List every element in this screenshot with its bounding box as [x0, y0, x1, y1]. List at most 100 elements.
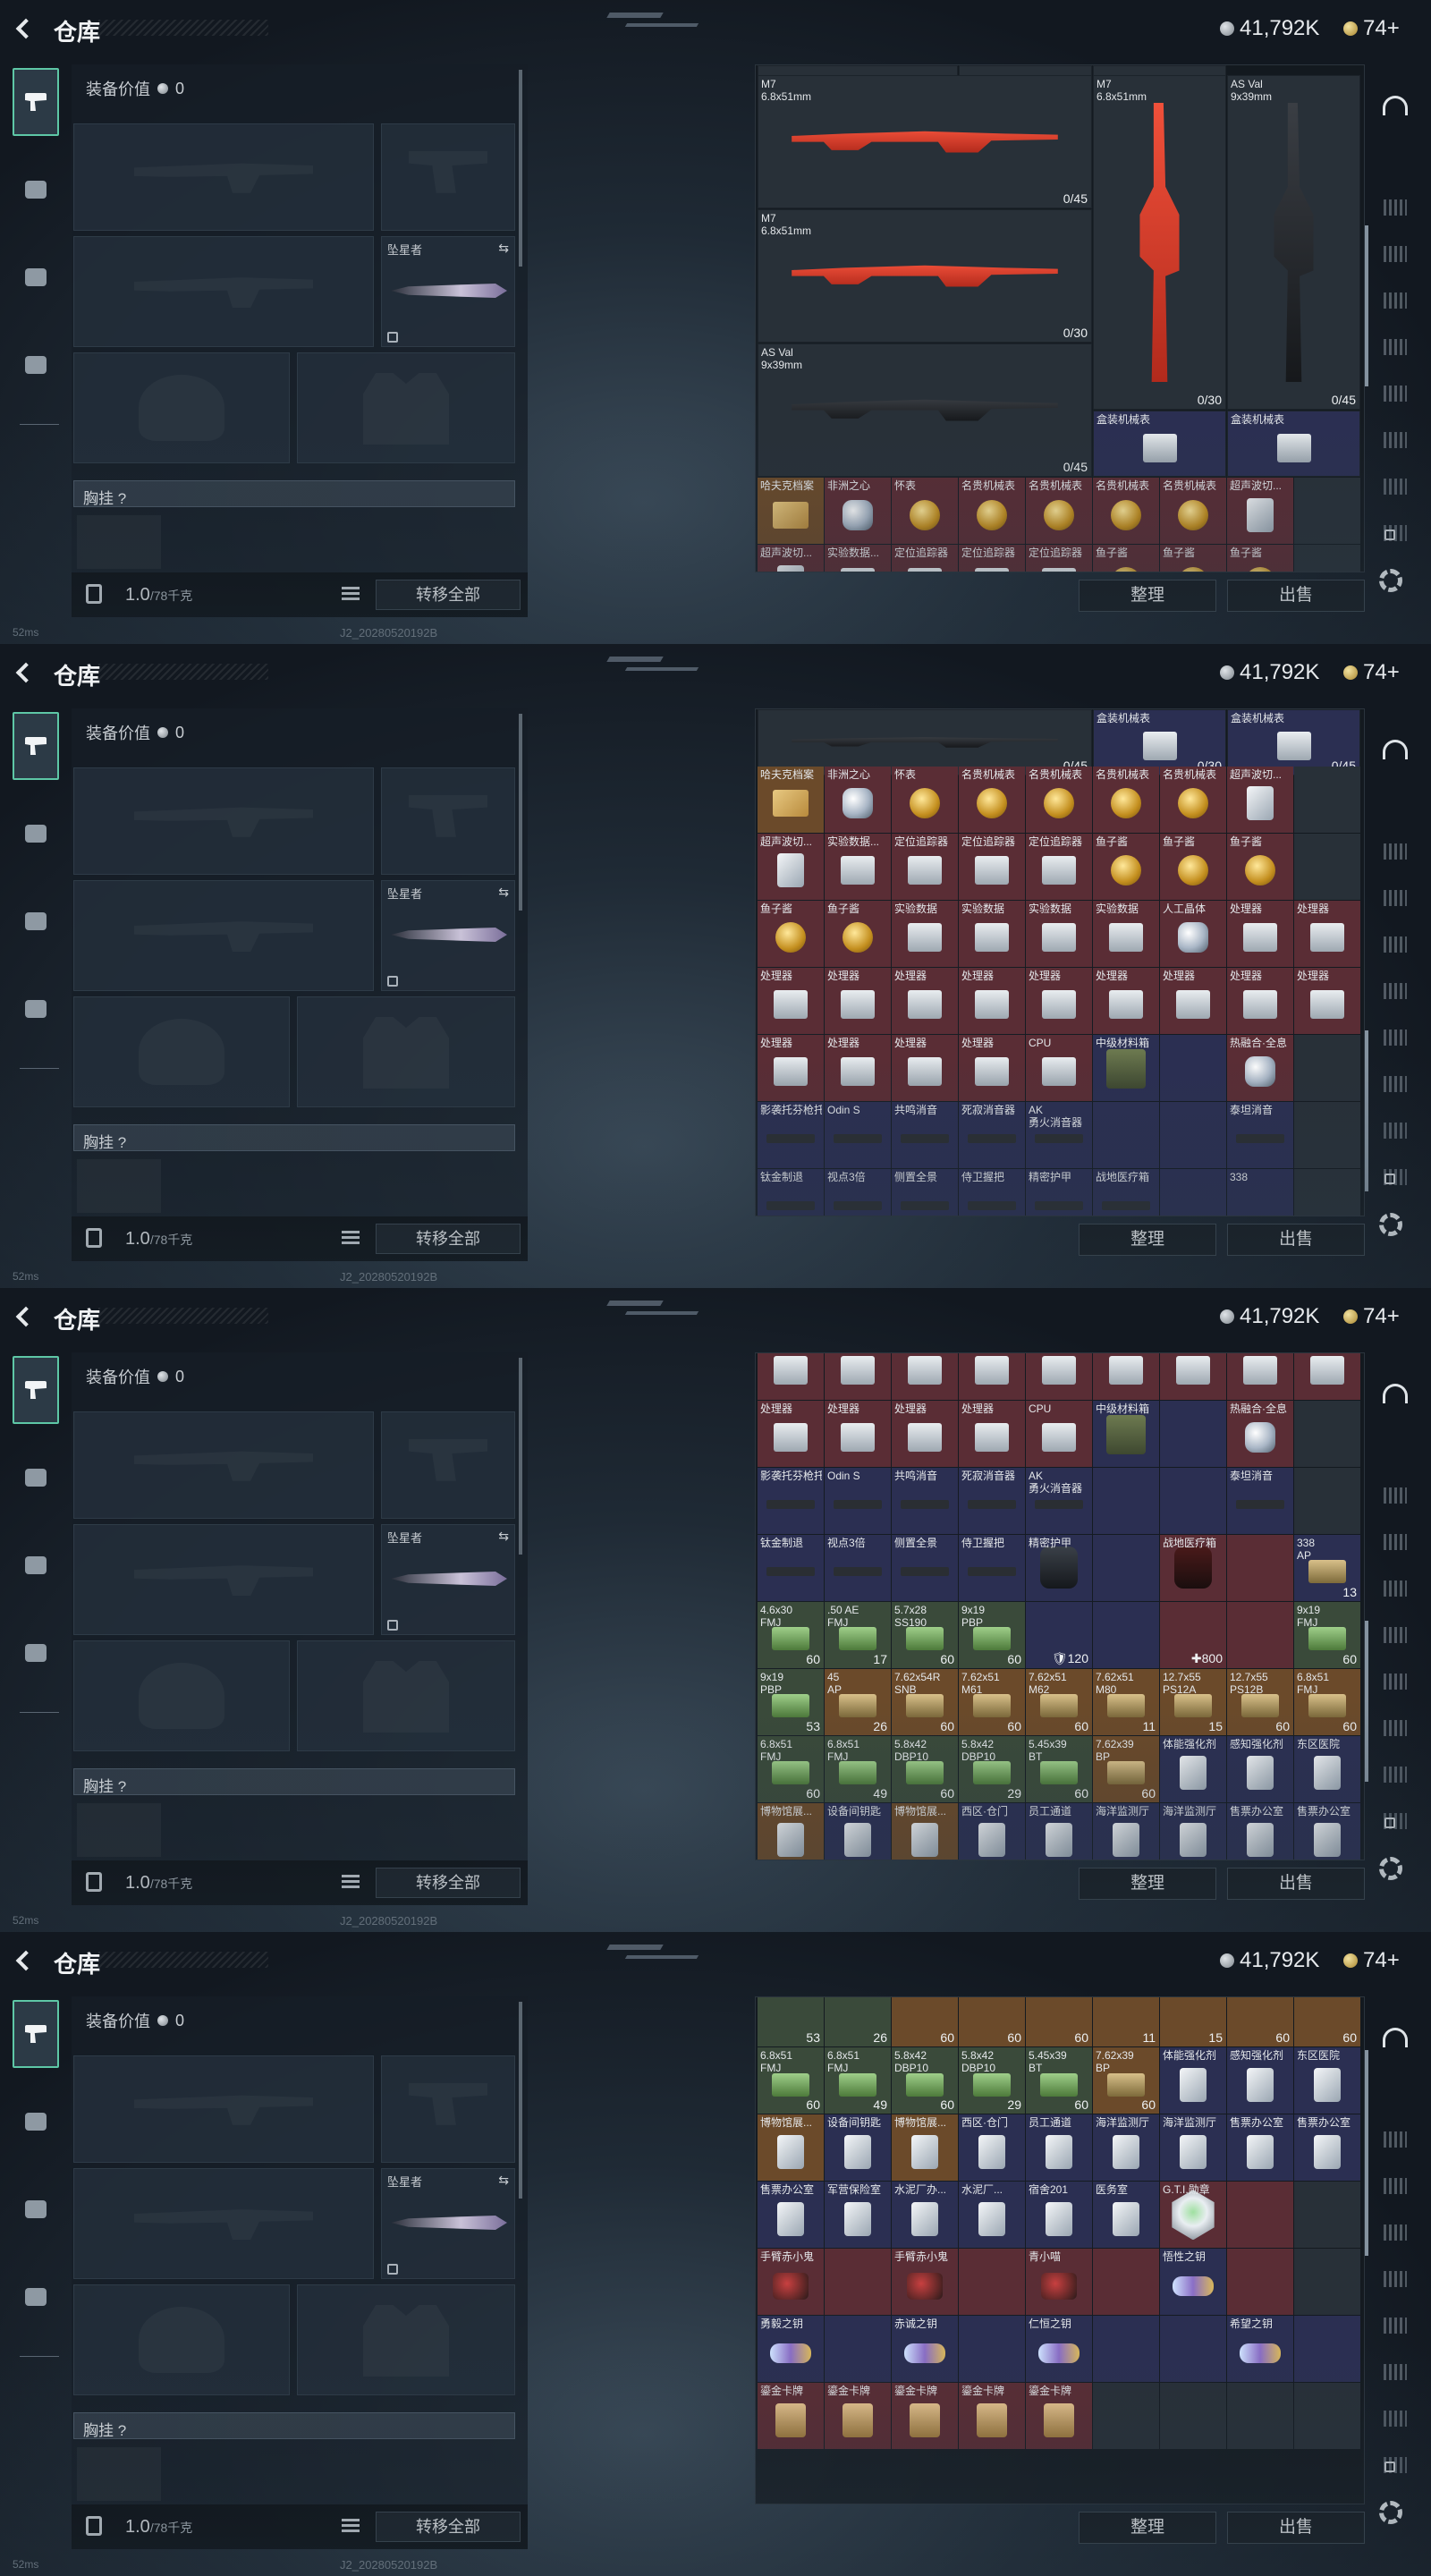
- chest-rig-grid[interactable]: [77, 515, 161, 569]
- stash-cell[interactable]: 水泥厂...: [959, 2182, 1025, 2249]
- silver-currency[interactable]: 41,792K: [1220, 1304, 1319, 1329]
- settings-gear-icon[interactable]: [1379, 2501, 1402, 2524]
- stash-cell[interactable]: 鱼子酱: [1160, 545, 1226, 572]
- stash-cell[interactable]: 338 AP 13: [1294, 1534, 1360, 1601]
- stash-cell[interactable]: 非洲之心: [825, 478, 891, 545]
- sell-button[interactable]: 出售: [1227, 2512, 1365, 2544]
- stash-cell[interactable]: 6.8x51 FMJ 60: [758, 1735, 824, 1802]
- stash-large-item[interactable]: AS Val 9x39mm 0/45: [758, 343, 1092, 478]
- stash-cell[interactable]: 售票办公室: [1227, 2114, 1293, 2182]
- stash-cell[interactable]: 水泥厂办...: [892, 2182, 958, 2249]
- stash-cell[interactable]: 7.62x51 M61 60: [959, 1668, 1025, 1735]
- stash-cell[interactable]: 怀表: [892, 478, 958, 545]
- stash-cell[interactable]: 处理器: [892, 1400, 958, 1467]
- stash-cell[interactable]: 处理器: [1227, 1353, 1293, 1400]
- equipment-scrollbar[interactable]: [519, 2002, 522, 2199]
- tab-warehouse[interactable]: [1379, 2021, 1411, 2054]
- tab-storage[interactable]: [1379, 882, 1411, 914]
- stash-cell[interactable]: 设备间钥匙: [825, 2114, 891, 2182]
- transfer-all-button[interactable]: 转移全部: [376, 1868, 521, 1898]
- pistol-slot[interactable]: [381, 2055, 515, 2163]
- stash-cell[interactable]: 哈夫克档案: [758, 766, 824, 833]
- stash-cell[interactable]: 实验数据: [1026, 900, 1092, 967]
- stash-cell[interactable]: AK 勇火消音器: [1026, 1467, 1092, 1534]
- stash-cell[interactable]: 定位追踪器: [892, 833, 958, 900]
- stash-scrollbar[interactable]: [1365, 225, 1368, 386]
- primary-weapon-slot[interactable]: [73, 767, 374, 875]
- stash-cell[interactable]: 战地医疗箱: [1160, 1534, 1226, 1601]
- stash-cell[interactable]: 6.8x51 FMJ 49: [825, 1735, 891, 1802]
- primary-weapon-slot[interactable]: [73, 1411, 374, 1519]
- stash-cell[interactable]: 西区·仓门: [959, 1802, 1025, 1860]
- stash-cell[interactable]: 售票办公室: [1294, 1802, 1360, 1860]
- stash-cell[interactable]: 钛金制退: [758, 1534, 824, 1601]
- stash-cell[interactable]: 7.62x54R SNB 60: [892, 1668, 958, 1735]
- stash-cell[interactable]: .50 AE FMJ 17: [825, 1601, 891, 1668]
- stash-cell[interactable]: 处理器: [892, 1353, 958, 1400]
- tab-briefcase[interactable]: [13, 331, 59, 399]
- armor-slot[interactable]: [297, 352, 515, 463]
- stash-cell[interactable]: 博物馆展...: [758, 1802, 824, 1860]
- pistol-slot[interactable]: [381, 123, 515, 231]
- stash-cell[interactable]: 处理器: [1160, 1353, 1226, 1400]
- stash-cell[interactable]: 5.8x42 DBP10 60: [892, 1735, 958, 1802]
- sort-button[interactable]: 整理: [1079, 1224, 1216, 1256]
- stash-cell[interactable]: 医务室: [1093, 2182, 1159, 2249]
- tab-gun[interactable]: [13, 712, 59, 780]
- stash-cell[interactable]: 名贵机械表: [1026, 766, 1092, 833]
- stash-cell[interactable]: 处理器: [959, 1353, 1025, 1400]
- back-arrow-icon[interactable]: [13, 660, 36, 683]
- stash-cell[interactable]: 体能强化剂: [1160, 2047, 1226, 2114]
- stash-cell[interactable]: 共鸣消音: [892, 1101, 958, 1168]
- tab-armor[interactable]: [13, 156, 59, 224]
- stash-cell[interactable]: 处理器: [758, 967, 824, 1034]
- stash-cell[interactable]: 设备间钥匙: [825, 1802, 891, 1860]
- stash-cell[interactable]: 影袭托芬枪托: [758, 1467, 824, 1534]
- tab-gun[interactable]: [13, 68, 59, 136]
- stash-cell[interactable]: 博物馆展...: [892, 2114, 958, 2182]
- stash-cell[interactable]: 视点3倍: [825, 1168, 891, 1216]
- equipment-scrollbar[interactable]: [519, 1358, 522, 1555]
- stash-cell[interactable]: 赤诚之钥: [892, 2316, 958, 2383]
- secondary-weapon-slot[interactable]: [73, 2168, 374, 2279]
- stash-cell[interactable]: 处理器: [1294, 967, 1360, 1034]
- stash-cell[interactable]: 鱼子酱: [825, 900, 891, 967]
- stash-cell[interactable]: 名贵机械表: [959, 766, 1025, 833]
- stash-scrollbar[interactable]: [1365, 1030, 1368, 1191]
- transfer-all-button[interactable]: 转移全部: [376, 1224, 521, 1254]
- secondary-weapon-slot[interactable]: [73, 880, 374, 991]
- transfer-all-button[interactable]: 转移全部: [376, 580, 521, 610]
- stash-cell[interactable]: 名贵机械表: [1026, 478, 1092, 545]
- stash-cell[interactable]: 9x19 FMJ 60: [1294, 1601, 1360, 1668]
- stash-cell[interactable]: 5.8x42 DBP10 29: [959, 2047, 1025, 2114]
- chest-rig-grid[interactable]: [77, 2447, 161, 2501]
- stash-large-item[interactable]: 盒装机械表: [1227, 411, 1360, 478]
- stash-cell[interactable]: 12.7x55 PS12B 60: [1227, 1668, 1293, 1735]
- stash-cell[interactable]: 名贵机械表: [1160, 766, 1226, 833]
- stash-cell[interactable]: 热融合·全息: [1227, 1400, 1293, 1467]
- equipment-scrollbar[interactable]: [519, 714, 522, 911]
- tab-armor[interactable]: [13, 1444, 59, 1512]
- stash-cell[interactable]: 宿舍201: [1026, 2182, 1092, 2249]
- stash-cell[interactable]: 5.8x42 DBP10 29: [959, 1735, 1025, 1802]
- stash-cell[interactable]: 4.6x30 FMJ 60: [758, 1601, 824, 1668]
- armor-slot[interactable]: [297, 2284, 515, 2395]
- equipment-scrollbar[interactable]: [519, 70, 522, 267]
- stash-cell[interactable]: 超声波切...: [1227, 766, 1293, 833]
- stash-cell[interactable]: 名贵机械表: [1160, 478, 1226, 545]
- stash-cell[interactable]: 定位追踪器: [959, 833, 1025, 900]
- melee-slot[interactable]: 坠星者 ⇆: [381, 236, 515, 347]
- stash-cell[interactable]: 60: [1026, 1997, 1092, 2047]
- tab-briefcase[interactable]: [13, 2263, 59, 2331]
- tab-armor[interactable]: [13, 800, 59, 868]
- stash-cell[interactable]: 东区医院: [1294, 1735, 1360, 1802]
- stash-cell[interactable]: 处理器: [892, 967, 958, 1034]
- tab-storage[interactable]: [1379, 2216, 1411, 2249]
- stash-cell[interactable]: 定位追踪器: [892, 545, 958, 572]
- stash-cell[interactable]: 鱼子酱: [1227, 833, 1293, 900]
- stash-cell[interactable]: 7.62x39 BP 60: [1093, 2047, 1159, 2114]
- stash-cell[interactable]: 处理器: [825, 1400, 891, 1467]
- stash-large-item[interactable]: M7 6.8x51mm 0/30: [758, 209, 1092, 343]
- melee-slot[interactable]: 坠星者 ⇆: [381, 880, 515, 991]
- list-icon[interactable]: [342, 587, 360, 601]
